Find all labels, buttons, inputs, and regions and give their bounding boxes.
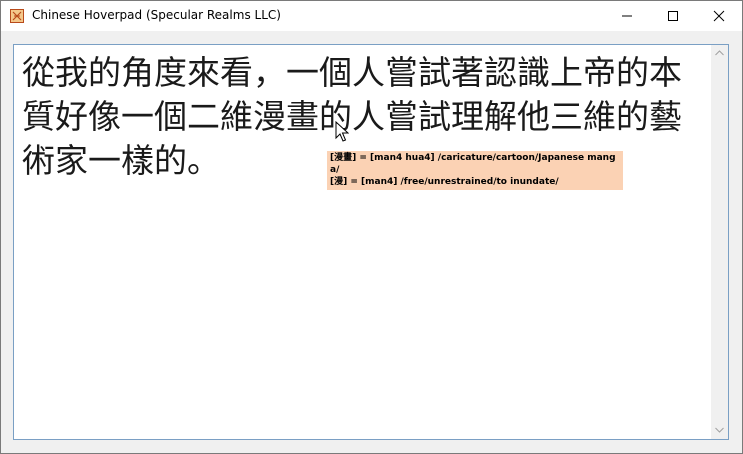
mouse-cursor-icon — [335, 121, 349, 142]
close-button[interactable] — [696, 1, 742, 31]
text-editor[interactable]: 從我的角度來看，一個人嘗試著認識上帝的本質好像一個二維漫畫的人嘗試理解他三維的藝… — [13, 44, 729, 440]
window-title: Chinese Hoverpad (Specular Realms LLC) — [32, 8, 281, 22]
app-icon[interactable] — [10, 9, 24, 23]
chevron-down-icon — [715, 427, 724, 433]
scroll-up-button[interactable] — [711, 45, 728, 62]
scroll-down-button[interactable] — [711, 422, 728, 439]
title-bar[interactable]: Chinese Hoverpad (Specular Realms LLC) — [1, 1, 742, 31]
maximize-button[interactable] — [650, 1, 696, 31]
vertical-scrollbar[interactable] — [711, 45, 728, 439]
chevron-up-icon — [715, 50, 724, 56]
popup-entry-manhua: [漫畫] = [man4 hua4] /caricature/cartoon/J… — [330, 153, 616, 175]
app-window: Chinese Hoverpad (Specular Realms LLC) 從… — [0, 0, 743, 454]
maximize-icon — [668, 11, 678, 21]
close-icon — [713, 10, 725, 22]
minimize-button[interactable] — [604, 1, 650, 31]
minimize-icon — [622, 15, 632, 17]
popup-entry-man: [漫] = [man4] /free/unrestrained/to inund… — [330, 177, 559, 187]
dictionary-popup: [漫畫] = [man4 hua4] /caricature/cartoon/J… — [327, 151, 623, 190]
